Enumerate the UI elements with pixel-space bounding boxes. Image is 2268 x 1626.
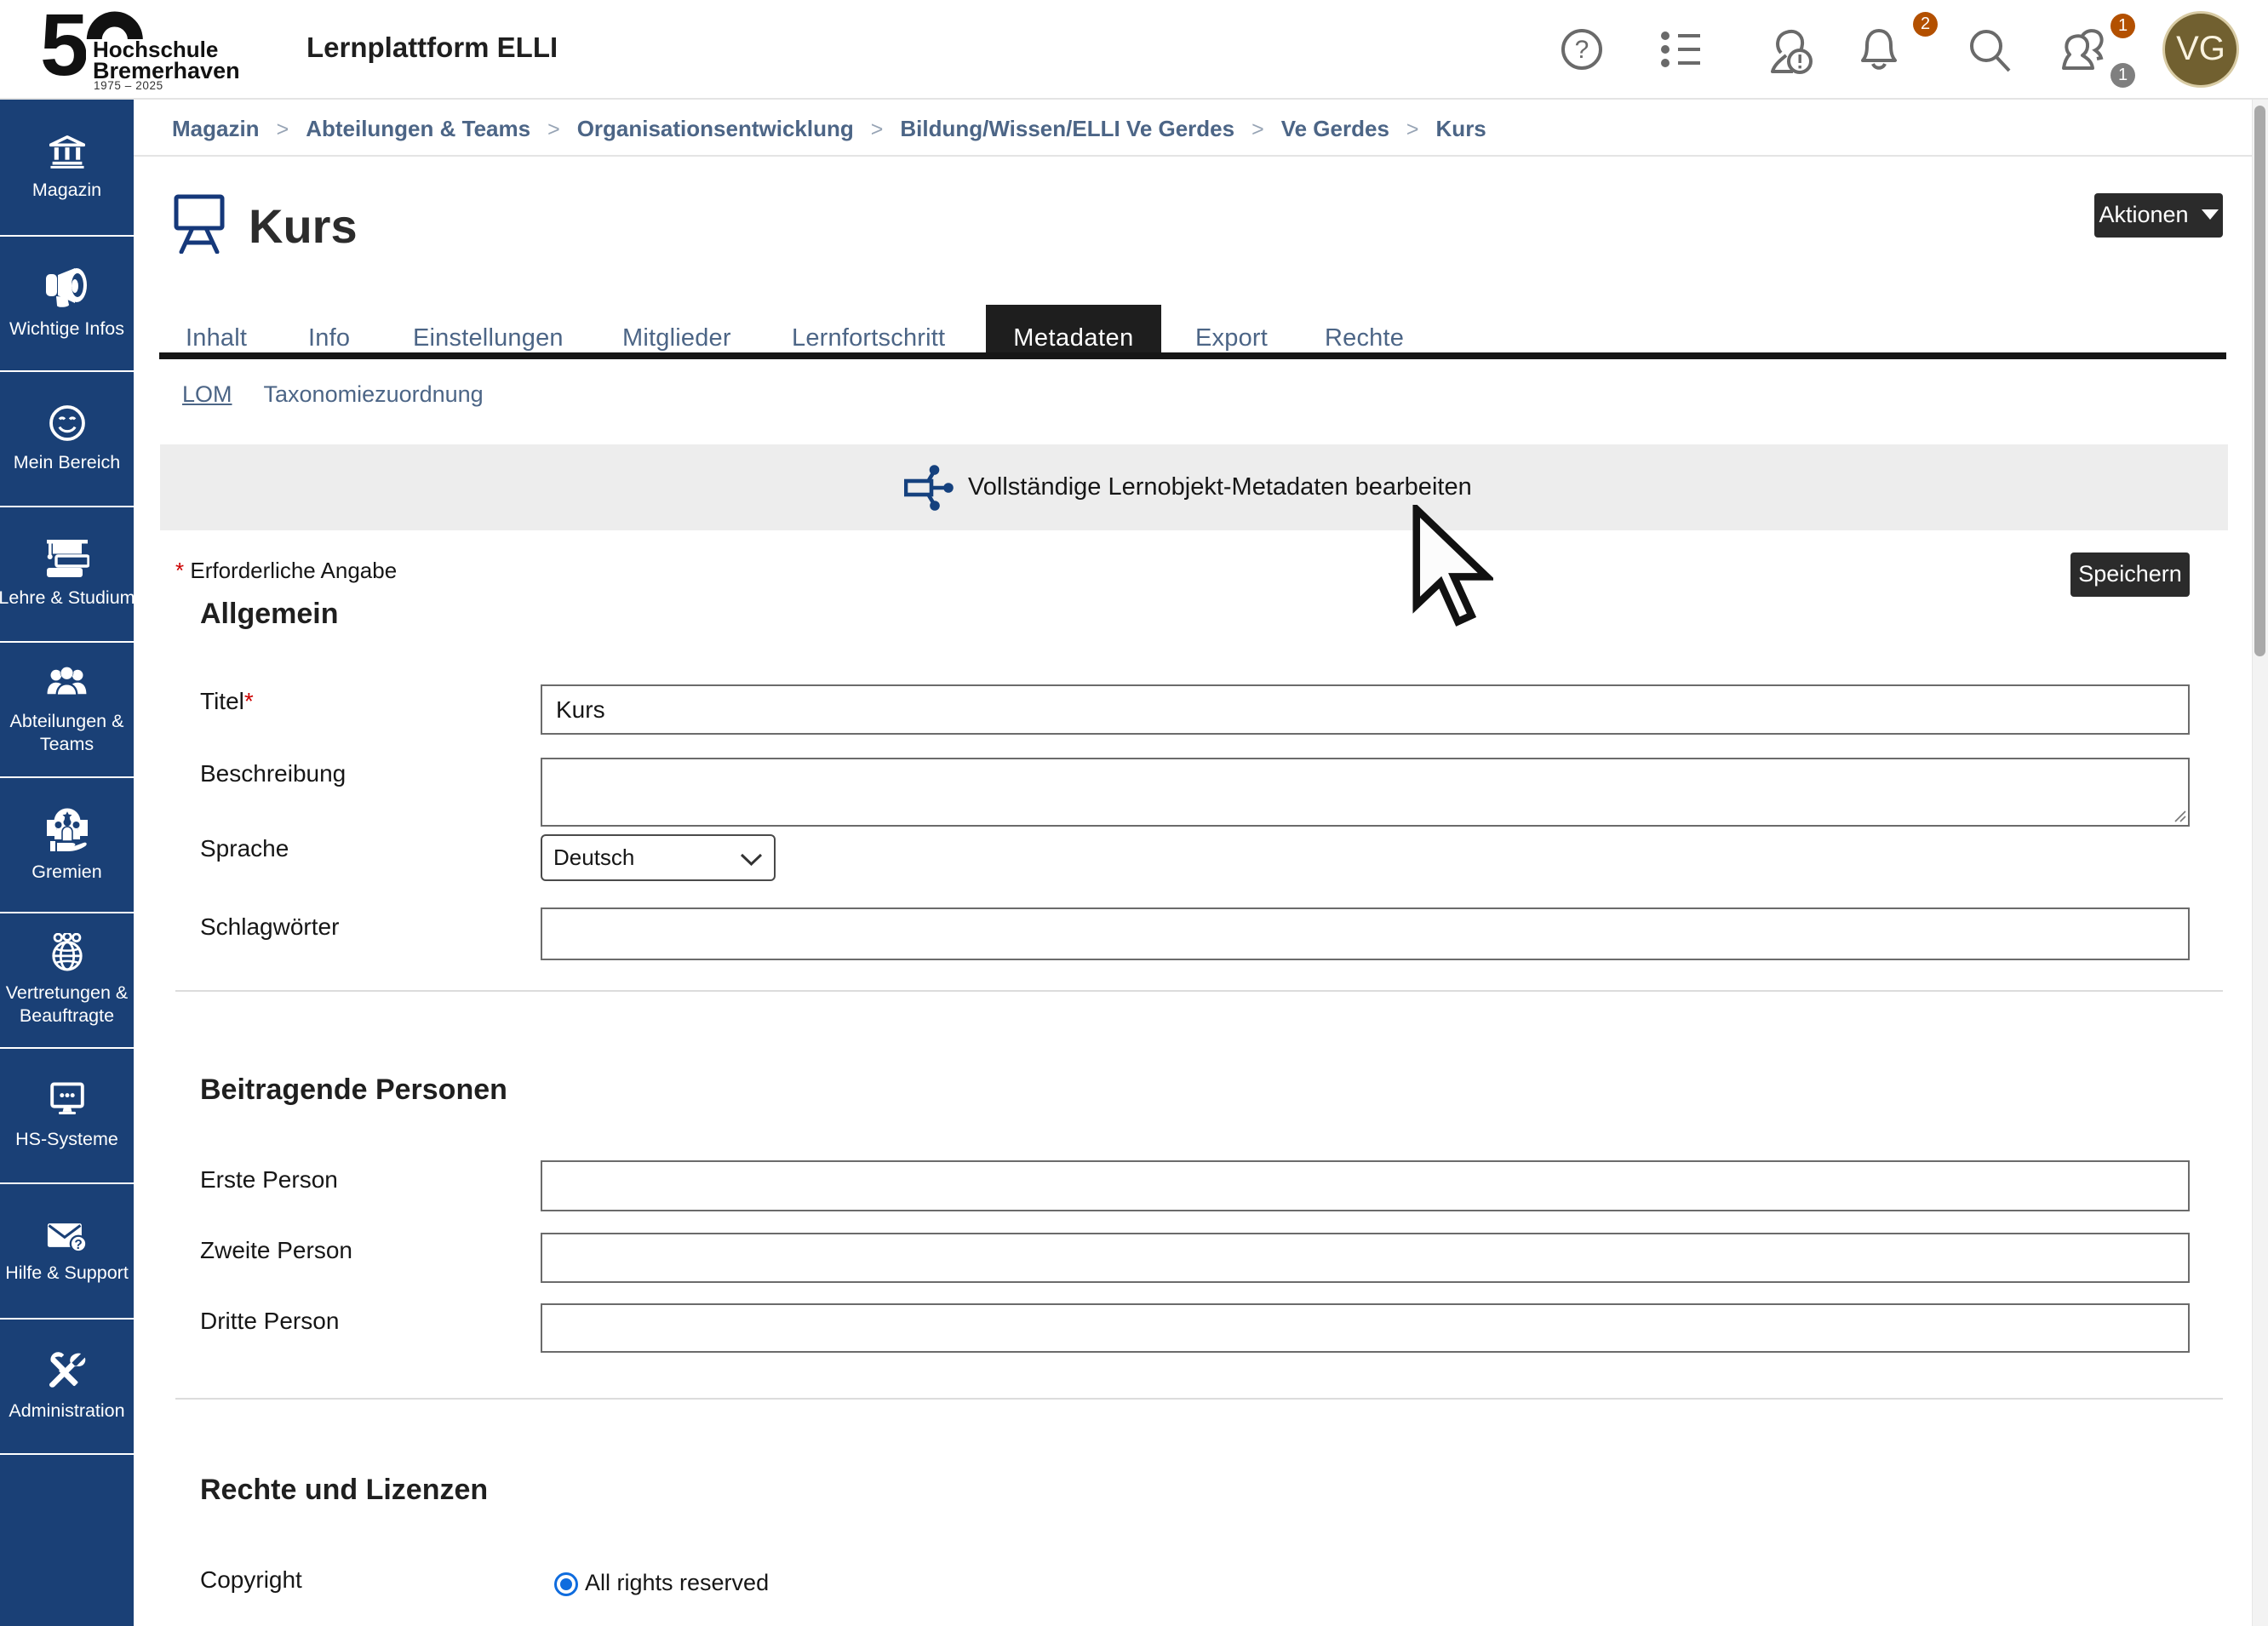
svg-text:?: ? [1575, 36, 1589, 64]
svg-text:1975 – 2025: 1975 – 2025 [94, 79, 163, 92]
svg-text:5: 5 [40, 7, 89, 94]
svg-text:?: ? [74, 1238, 82, 1252]
